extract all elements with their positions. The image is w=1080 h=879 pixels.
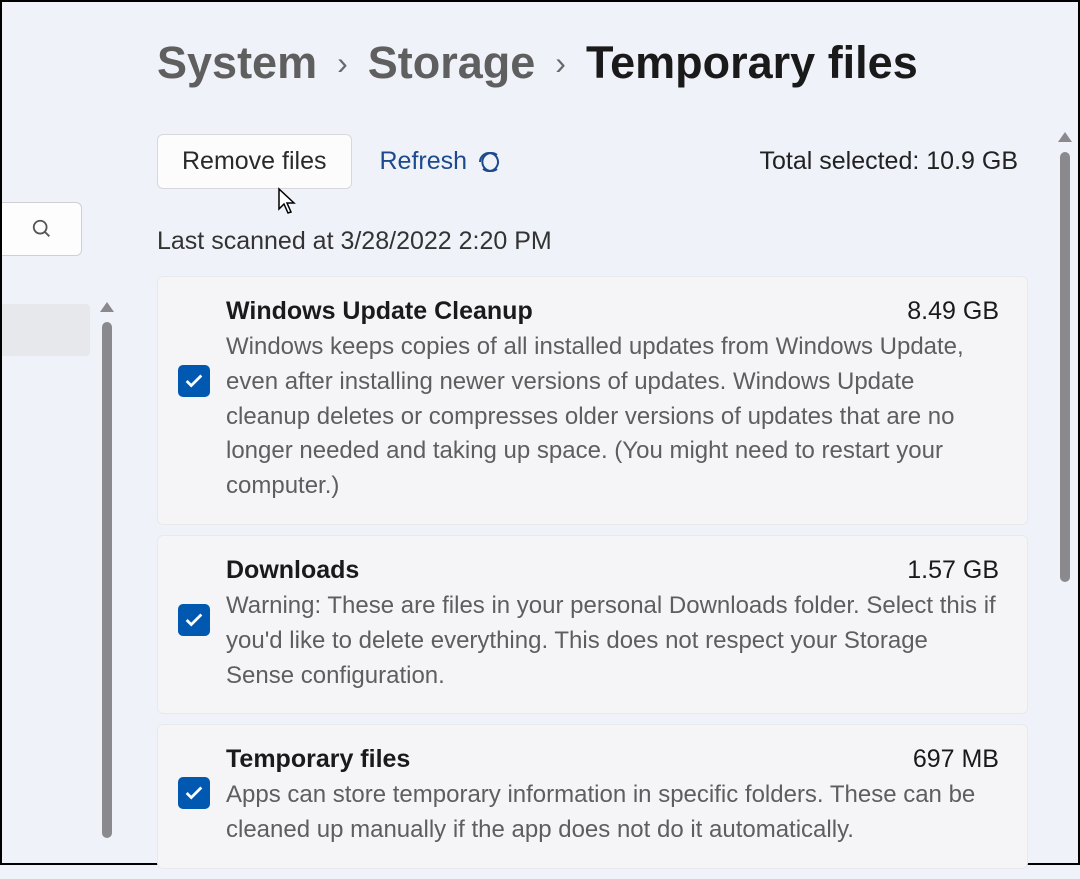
item-size: 8.49 GB <box>907 297 999 326</box>
item-body: Temporary files 697 MB Apps can store te… <box>226 745 999 848</box>
remove-files-button[interactable]: Remove files <box>157 134 352 189</box>
item-description: Warning: These are files in your persona… <box>226 589 999 693</box>
item-title: Temporary files <box>226 745 410 774</box>
item-title: Downloads <box>226 556 359 585</box>
checkbox[interactable] <box>178 604 210 636</box>
refresh-button[interactable]: Refresh <box>380 147 502 176</box>
breadcrumb-temporary-files: Temporary files <box>586 37 918 89</box>
item-body: Windows Update Cleanup 8.49 GB Windows k… <box>226 297 999 504</box>
refresh-label: Refresh <box>380 147 468 176</box>
scrollbar-thumb[interactable] <box>102 322 112 838</box>
cleanup-item-downloads[interactable]: Downloads 1.57 GB Warning: These are fil… <box>157 535 1028 714</box>
cleanup-item-temporary-files[interactable]: Temporary files 697 MB Apps can store te… <box>157 724 1028 869</box>
check-icon <box>183 609 205 631</box>
breadcrumb-storage[interactable]: Storage <box>368 37 536 89</box>
search-box[interactable] <box>2 202 82 256</box>
breadcrumb: System › Storage › Temporary files <box>157 37 1028 89</box>
sidebar-selected-item[interactable] <box>2 304 90 356</box>
scrollbar-arrow-up-icon[interactable] <box>1058 132 1072 142</box>
checkbox[interactable] <box>178 777 210 809</box>
check-icon <box>183 782 205 804</box>
search-icon <box>31 218 53 240</box>
refresh-icon <box>477 150 501 174</box>
cleanup-item-windows-update[interactable]: Windows Update Cleanup 8.49 GB Windows k… <box>157 276 1028 525</box>
chevron-right-icon: › <box>337 45 348 82</box>
item-title: Windows Update Cleanup <box>226 297 533 326</box>
item-description: Apps can store temporary information in … <box>226 778 999 848</box>
item-size: 1.57 GB <box>907 556 999 585</box>
item-body: Downloads 1.57 GB Warning: These are fil… <box>226 556 999 693</box>
item-description: Windows keeps copies of all installed up… <box>226 330 999 504</box>
total-selected: Total selected: 10.9 GB <box>759 147 1018 176</box>
toolbar: Remove files Refresh Total selected: 10.… <box>157 134 1028 189</box>
breadcrumb-system[interactable]: System <box>157 37 317 89</box>
scrollbar-vertical[interactable] <box>1058 132 1072 832</box>
checkbox[interactable] <box>178 365 210 397</box>
scrollbar-thumb[interactable] <box>1060 152 1070 582</box>
last-scanned-text: Last scanned at 3/28/2022 2:20 PM <box>157 227 1028 256</box>
sidebar-scrollbar[interactable] <box>100 302 114 842</box>
scrollbar-arrow-up-icon[interactable] <box>100 302 114 312</box>
chevron-right-icon: › <box>555 45 566 82</box>
check-icon <box>183 370 205 392</box>
item-size: 697 MB <box>913 745 999 774</box>
